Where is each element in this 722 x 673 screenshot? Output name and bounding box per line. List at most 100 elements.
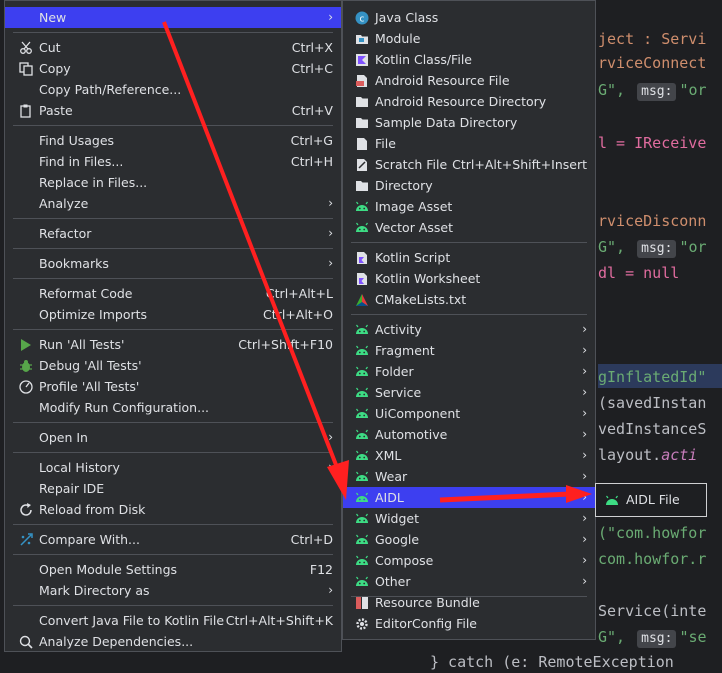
submenu-arrow-icon: › [582,322,587,336]
new-item-automotive[interactable]: Automotive › [343,424,595,445]
menu-item-copy-path[interactable]: Copy Path/Reference... [5,79,341,100]
android-icon [356,534,368,544]
android-icon [356,555,368,565]
menu-item-analyze[interactable]: Analyze › [5,193,341,214]
new-item-directory[interactable]: Directory [343,175,595,196]
new-item-wear[interactable]: Wear › [343,466,595,487]
android-icon [606,495,618,505]
menu-separator [13,452,333,453]
menu-separator [13,32,333,33]
menu-separator [13,524,333,525]
android-icon [356,387,368,397]
menu-separator [13,278,333,279]
menu-item-run-all-tests[interactable]: Run 'All Tests' Ctrl+Shift+F10 [5,334,341,355]
kotlin-worksheet-icon [357,273,367,285]
android-icon [356,324,368,334]
menu-item-compare-with[interactable]: Compare With... Ctrl+D [5,529,341,550]
code-line: gInflatedId" [598,368,707,386]
new-item-kotlin-script[interactable]: Kotlin Script [343,247,595,268]
menu-item-cut[interactable]: Cut Ctrl+X [5,37,341,58]
profile-icon [19,380,33,394]
new-item-image-asset[interactable]: Image Asset [343,196,595,217]
menu-item-open-module-settings[interactable]: Open Module Settings F12 [5,559,341,580]
submenu-arrow-icon: › [582,511,587,525]
code-line: Service(inte [598,602,707,620]
menu-item-analyze-dependencies[interactable]: Analyze Dependencies... [5,631,341,652]
new-item-kotlin-worksheet[interactable]: Kotlin Worksheet [343,268,595,289]
scissors-icon [20,41,32,54]
menu-item-refactor[interactable]: Refactor › [5,223,341,244]
submenu-arrow-icon: › [582,448,587,462]
menu-item-profile-all-tests[interactable]: Profile 'All Tests' [5,376,341,397]
new-item-google[interactable]: Google › [343,529,595,550]
new-item-file[interactable]: File [343,133,595,154]
submenu-arrow-icon: › [328,256,333,270]
code-line: vedInstanceS [598,420,707,438]
code-line: ("com.howfor [598,524,707,542]
menu-item-open-in[interactable]: Open In › [5,427,341,448]
submenu-arrow-icon: › [582,343,587,357]
menu-item-bookmarks[interactable]: Bookmarks › [5,253,341,274]
menu-separator [13,422,333,423]
code-line: layout.acti [598,446,698,464]
menu-item-replace-in-files[interactable]: Replace in Files... [5,172,341,193]
menu-item-find-usages[interactable]: Find Usages Ctrl+G [5,130,341,151]
menu-item-reformat-code[interactable]: Reformat Code Ctrl+Alt+L [5,283,341,304]
new-item-compose[interactable]: Compose › [343,550,595,571]
new-item-folder[interactable]: Folder › [343,361,595,382]
submenu-arrow-icon: › [582,574,587,588]
cmake-icon [356,294,368,306]
new-item-resource-bundle[interactable]: Resource Bundle [343,592,595,613]
new-item-aidl[interactable]: AIDL › [343,487,595,508]
new-item-android-resource-directory[interactable]: Android Resource Directory [343,91,595,112]
aidl-file-menu-item[interactable]: AIDL File [596,484,706,516]
menu-item-paste[interactable]: Paste Ctrl+V [5,100,341,121]
menu-item-find-in-files[interactable]: Find in Files... Ctrl+H [5,151,341,172]
menu-item-debug-all-tests[interactable]: Debug 'All Tests' [5,355,341,376]
menu-item-mark-directory-as[interactable]: Mark Directory as › [5,580,341,601]
new-item-scratch-file[interactable]: Scratch File Ctrl+Alt+Shift+Insert [343,154,595,175]
new-item-xml[interactable]: XML › [343,445,595,466]
menu-item-repair-ide[interactable]: Repair IDE [5,478,341,499]
context-menu: New › Cut Ctrl+X Copy Ctrl+C Copy Path/Refe… [4,0,342,652]
new-item-uicomponent[interactable]: UiComponent › [343,403,595,424]
new-item-module[interactable]: Module [343,28,595,49]
new-item-android-resource-file[interactable]: Android Resource File [343,70,595,91]
run-icon [21,339,31,351]
file-icon [357,138,367,150]
module-icon [356,35,368,44]
new-item-widget[interactable]: Widget › [343,508,595,529]
code-line: } catch (e: RemoteException [430,653,674,671]
menu-item-copy[interactable]: Copy Ctrl+C [5,58,341,79]
new-item-java-class[interactable]: c Java Class [343,7,595,28]
code-line: rviceDisconn [598,212,707,230]
aidl-submenu: AIDL File [595,483,707,517]
copy-icon [19,62,33,76]
android-icon [356,345,368,355]
new-item-cmakelists[interactable]: CMakeLists.txt [343,289,595,310]
menu-item-optimize-imports[interactable]: Optimize Imports Ctrl+Alt+O [5,304,341,325]
java-class-icon: c [355,11,369,25]
android-icon [356,576,368,586]
scratch-file-icon [357,159,367,171]
menu-separator [351,314,587,315]
compare-icon [20,533,33,546]
submenu-arrow-icon: › [582,364,587,378]
new-item-kotlin-class[interactable]: Kotlin Class/File [343,49,595,70]
menu-item-reload-from-disk[interactable]: Reload from Disk [5,499,341,520]
gear-icon [356,618,368,630]
paste-icon [20,104,31,118]
new-item-editorconfig-file[interactable]: EditorConfig File [343,613,595,634]
new-item-vector-asset[interactable]: Vector Asset [343,217,595,238]
reload-icon [20,503,32,516]
new-item-service[interactable]: Service › [343,382,595,403]
menu-item-convert-java-to-kotlin[interactable]: Convert Java File to Kotlin File Ctrl+Alt… [5,610,341,631]
new-item-fragment[interactable]: Fragment › [343,340,595,361]
android-icon [356,492,368,502]
new-item-activity[interactable]: Activity › [343,319,595,340]
menu-item-new[interactable]: New › [5,7,341,28]
new-item-other[interactable]: Other › [343,571,595,592]
menu-item-modify-run-config[interactable]: Modify Run Configuration... [5,397,341,418]
menu-item-local-history[interactable]: Local History › [5,457,341,478]
new-item-sample-data-directory[interactable]: Sample Data Directory [343,112,595,133]
